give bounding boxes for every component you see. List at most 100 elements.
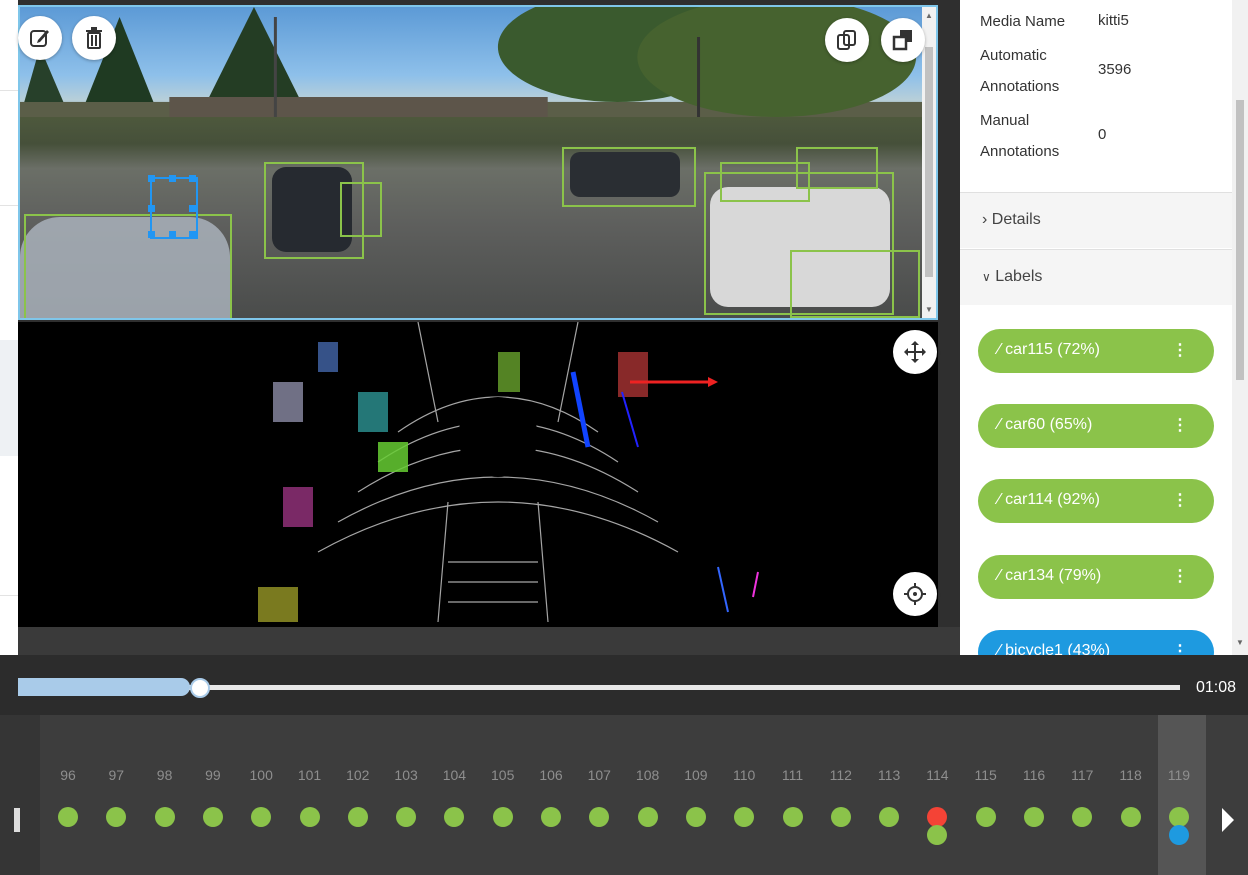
frame-number[interactable]: 98 bbox=[141, 767, 189, 783]
layers-icon bbox=[892, 30, 912, 51]
frame-number[interactable]: 116 bbox=[1010, 767, 1058, 783]
frame-annotation-marker[interactable] bbox=[637, 807, 658, 827]
label-item[interactable]: ⁄ car60 (65%) ⋮ bbox=[978, 404, 1214, 448]
camera-image-view[interactable]: ▲ ▼ bbox=[18, 5, 938, 320]
frame-number[interactable]: 115 bbox=[962, 767, 1010, 783]
frame-number[interactable]: 110 bbox=[720, 767, 768, 783]
frame-annotation-marker[interactable] bbox=[106, 807, 127, 827]
frame-annotation-marker[interactable] bbox=[1072, 807, 1093, 827]
bounding-box[interactable] bbox=[340, 182, 382, 237]
kebab-menu-icon[interactable]: ⋮ bbox=[1172, 415, 1188, 435]
frame-number[interactable]: 114 bbox=[913, 767, 961, 783]
label-item[interactable]: ⁄ car115 (72%) ⋮ bbox=[978, 329, 1214, 373]
frame-annotation-marker[interactable] bbox=[927, 825, 948, 845]
frame-annotation-marker[interactable] bbox=[782, 807, 803, 827]
delete-button[interactable] bbox=[72, 16, 116, 60]
camera-scrollbar[interactable]: ▲ ▼ bbox=[922, 7, 936, 318]
kebab-menu-icon[interactable]: ⋮ bbox=[1172, 490, 1188, 510]
frame-annotation-marker[interactable] bbox=[444, 807, 465, 827]
frame-number[interactable]: 113 bbox=[865, 767, 913, 783]
move-button[interactable] bbox=[893, 330, 937, 374]
layers-button[interactable] bbox=[881, 18, 925, 62]
frame-number[interactable]: 119 bbox=[1155, 767, 1203, 783]
kebab-menu-icon[interactable]: ⋮ bbox=[1172, 566, 1188, 586]
frame-number[interactable]: 96 bbox=[44, 767, 92, 783]
frame-number[interactable]: 104 bbox=[430, 767, 478, 783]
frame-annotation-marker[interactable] bbox=[830, 807, 851, 827]
frame-annotation-marker[interactable] bbox=[734, 807, 755, 827]
current-frame-marker[interactable] bbox=[1168, 825, 1189, 845]
labels-section-toggle[interactable]: ∨ Labels bbox=[960, 249, 1232, 305]
frame-annotation-marker[interactable] bbox=[541, 807, 561, 827]
frame-annotation-marker[interactable] bbox=[58, 807, 78, 827]
frame-number[interactable]: 101 bbox=[286, 767, 334, 783]
frame-number[interactable]: 105 bbox=[479, 767, 527, 783]
manual-annotations-count: 0 bbox=[1098, 126, 1107, 143]
frame-number[interactable]: 103 bbox=[382, 767, 430, 783]
label-text: bicycle1 (43%) bbox=[1005, 642, 1111, 655]
frame-number[interactable]: 112 bbox=[817, 767, 865, 783]
frame-number[interactable]: 99 bbox=[189, 767, 237, 783]
bounding-box[interactable] bbox=[562, 147, 696, 207]
trash-icon bbox=[86, 27, 102, 49]
frame-annotation-marker[interactable] bbox=[492, 807, 513, 827]
seek-handle[interactable] bbox=[189, 678, 210, 698]
frame-annotation-marker[interactable] bbox=[396, 807, 417, 827]
copy-button[interactable] bbox=[825, 18, 869, 62]
label-item[interactable]: ⁄ car134 (79%) ⋮ bbox=[978, 555, 1214, 599]
frame-number[interactable]: 111 bbox=[769, 767, 817, 783]
crosshair-icon bbox=[904, 583, 926, 605]
frame-annotation-marker[interactable] bbox=[975, 807, 996, 827]
frame-annotation-marker[interactable] bbox=[154, 807, 175, 827]
frame-number[interactable]: 118 bbox=[1107, 767, 1155, 783]
magic-wand-icon: ⁄ bbox=[998, 341, 1001, 358]
prev-frames-indicator[interactable] bbox=[14, 808, 20, 832]
frame-annotation-marker[interactable] bbox=[1168, 807, 1189, 827]
automatic-annotations-label-line2: Annotations bbox=[980, 78, 1060, 95]
frame-number[interactable]: 109 bbox=[672, 767, 720, 783]
frame-annotation-marker[interactable] bbox=[589, 807, 610, 827]
label-text: car134 (79%) bbox=[1005, 567, 1102, 584]
label-item-selected[interactable]: ⁄ bicycle1 (43%) ⋮ bbox=[978, 630, 1214, 655]
frame-annotation-marker[interactable] bbox=[1120, 807, 1141, 827]
kebab-menu-icon[interactable]: ⋮ bbox=[1172, 641, 1188, 655]
media-name-value: kitti5 bbox=[1098, 12, 1129, 29]
recenter-button[interactable] bbox=[893, 572, 937, 616]
details-section-toggle[interactable]: › Details bbox=[960, 192, 1232, 248]
magic-wand-icon: ⁄ bbox=[998, 491, 1001, 508]
label-item[interactable]: ⁄ car114 (92%) ⋮ bbox=[978, 479, 1214, 523]
manual-annotations-label-line2: Annotations bbox=[980, 143, 1060, 160]
frame-annotation-marker[interactable] bbox=[202, 807, 223, 827]
frame-annotation-marker[interactable] bbox=[685, 807, 706, 827]
label-text: car60 (65%) bbox=[1005, 416, 1093, 433]
label-text: car114 (92%) bbox=[1005, 491, 1100, 508]
magic-wand-icon: ⁄ bbox=[998, 567, 1001, 584]
frame-number[interactable]: 102 bbox=[334, 767, 382, 783]
frame-annotation-marker[interactable] bbox=[251, 807, 272, 827]
frame-annotation-marker[interactable] bbox=[299, 807, 320, 827]
frame-number[interactable]: 108 bbox=[624, 767, 672, 783]
frame-number[interactable]: 100 bbox=[237, 767, 285, 783]
bounding-box[interactable] bbox=[790, 250, 920, 318]
edit-button[interactable] bbox=[18, 16, 62, 60]
frame-annotation-marker[interactable] bbox=[879, 807, 900, 827]
automatic-annotations-label-line1: Automatic bbox=[980, 47, 1047, 64]
current-time: 01:08 bbox=[1196, 679, 1237, 696]
next-frames-arrow-icon[interactable] bbox=[1222, 808, 1234, 832]
kebab-menu-icon[interactable]: ⋮ bbox=[1172, 340, 1188, 360]
point-cloud-view[interactable] bbox=[18, 322, 938, 627]
frame-number[interactable]: 117 bbox=[1058, 767, 1106, 783]
keyframe-marker[interactable] bbox=[927, 807, 948, 827]
frame-number[interactable]: 97 bbox=[92, 767, 140, 783]
view-divider bbox=[18, 627, 960, 655]
bounding-box[interactable] bbox=[796, 147, 878, 189]
frame-annotation-marker[interactable] bbox=[1024, 807, 1044, 827]
frame-number[interactable]: 107 bbox=[575, 767, 623, 783]
frame-timeline: 96 97 98 99 100 101 102 103 104 105 106 107 108 109 11… bbox=[0, 715, 1248, 875]
bounding-box-selected[interactable] bbox=[148, 175, 198, 239]
info-sidebar: Media Name kitti5 Automatic Annotations … bbox=[960, 0, 1248, 655]
bounding-box[interactable] bbox=[24, 214, 232, 318]
frame-number[interactable]: 106 bbox=[527, 767, 575, 783]
frame-annotation-marker[interactable] bbox=[347, 807, 368, 827]
sidebar-scrollbar[interactable]: ▼ bbox=[1232, 0, 1248, 655]
